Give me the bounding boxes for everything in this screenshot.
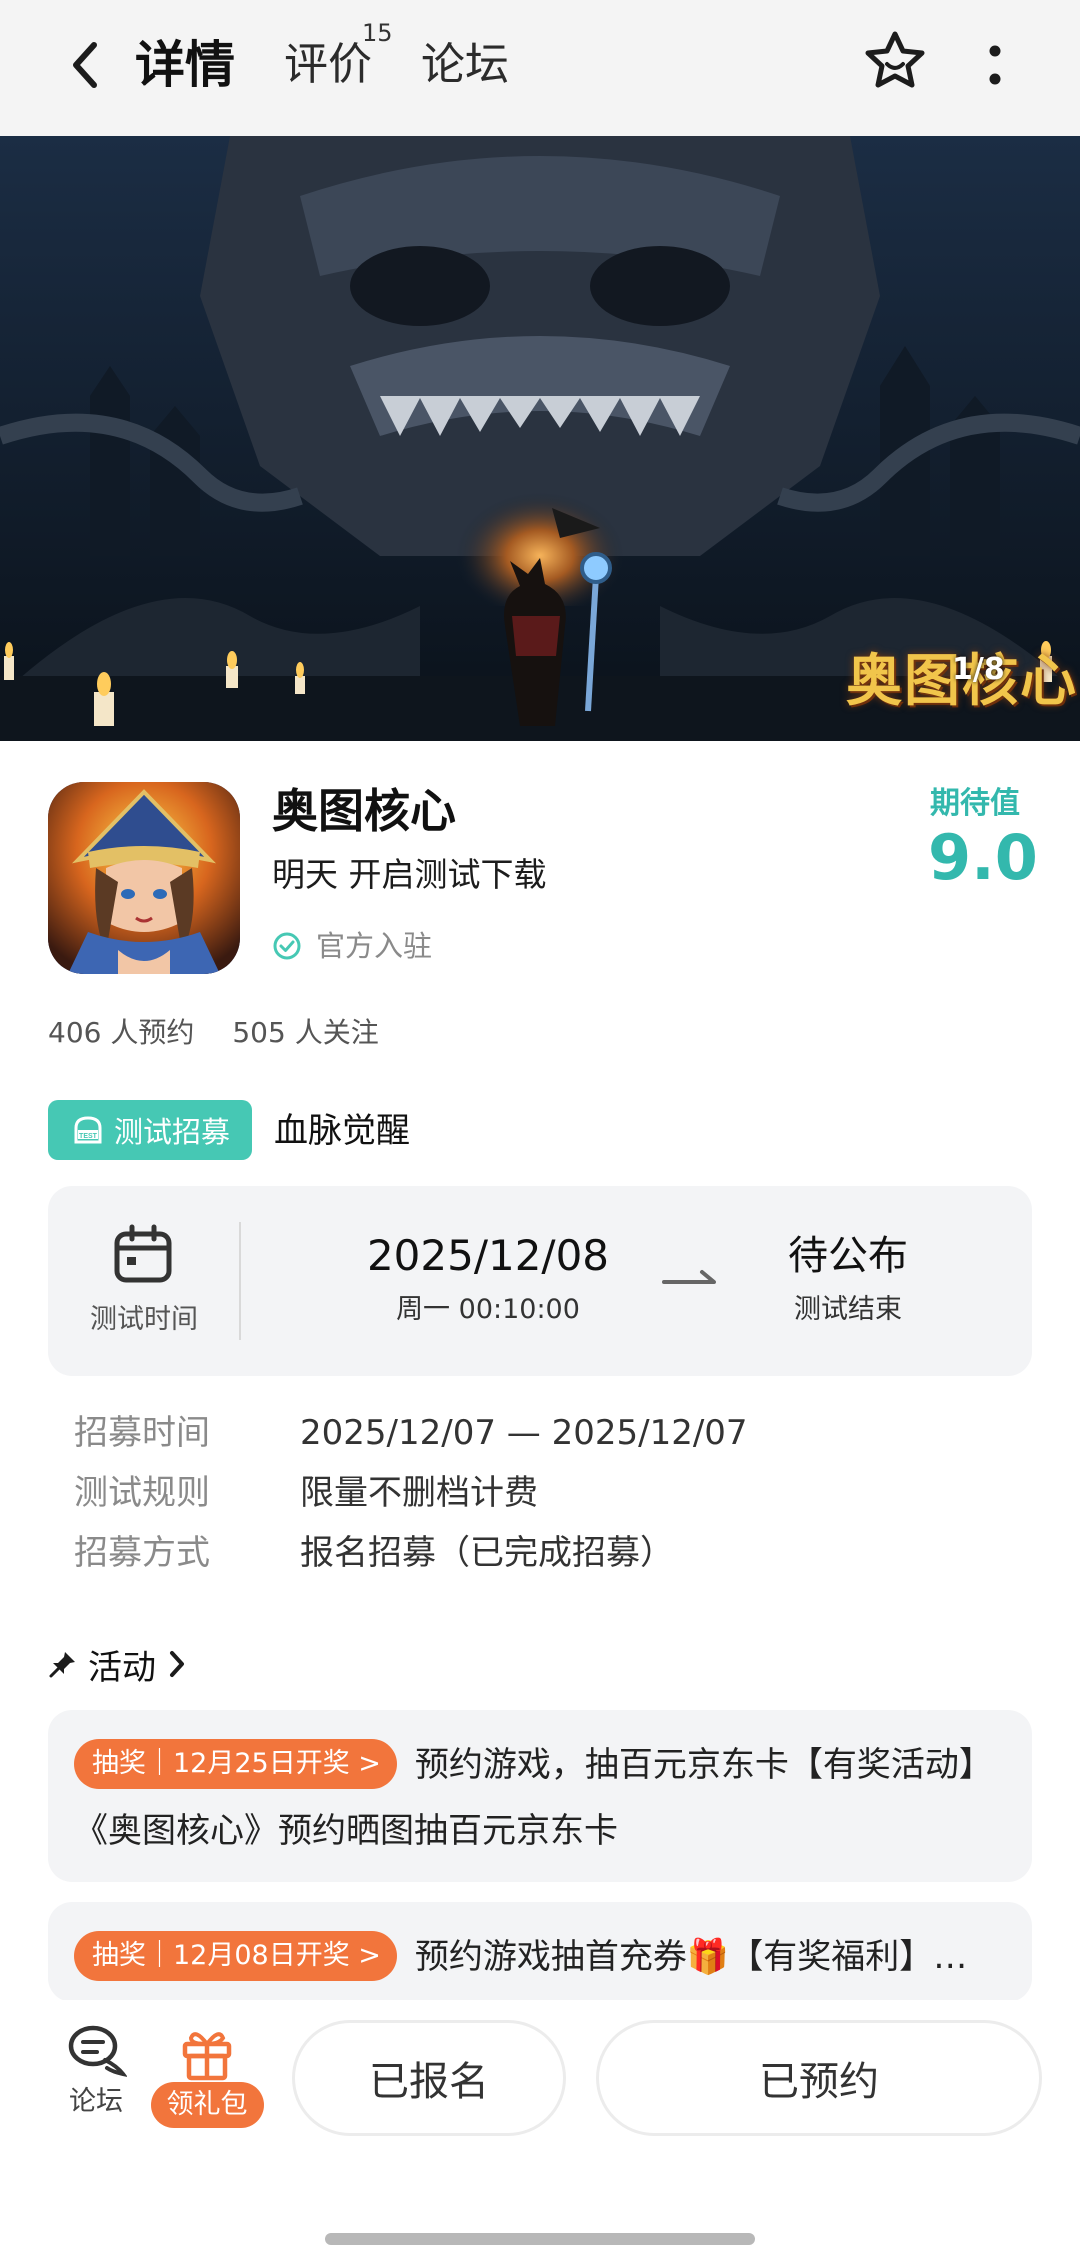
lottery-badge: 抽奖｜12月08日开奖 >	[74, 1930, 397, 1981]
tab-detail-label: 详情	[135, 36, 235, 94]
game-status: 明天 开启测试下载	[272, 855, 547, 894]
test-start-date: 2025/12/08	[366, 1231, 610, 1280]
info-value: 限量不删档计费	[300, 1473, 538, 1513]
game-icon	[48, 782, 240, 974]
chevron-left-icon	[73, 42, 97, 88]
more-button[interactable]	[975, 30, 1015, 100]
test-start-time: 周一 00:10:00	[396, 1294, 580, 1325]
test-time-card: 测试时间 2025/12/08 周一 00:10:00 待公布 测试结束	[48, 1186, 1032, 1376]
lottery-badge: 抽奖｜12月25日开奖 >	[74, 1738, 397, 1789]
check-circle-icon	[273, 932, 301, 960]
back-button[interactable]	[55, 30, 115, 100]
tab-review[interactable]: 评价 15	[284, 19, 393, 100]
info-key: 测试规则	[74, 1473, 210, 1513]
activity-description: 预约游戏抽首充券🎁【有奖福利】…	[414, 1937, 968, 1977]
tab-forum[interactable]: 论坛	[421, 30, 509, 100]
chat-bubble-icon	[68, 2025, 127, 2077]
game-title: 奥图核心	[272, 784, 456, 838]
follower-count: 505 人关注	[232, 1016, 379, 1049]
game-stats: 406 人预约 505 人关注	[48, 1010, 379, 1056]
top-bar: 详情 评价 15 论坛	[0, 0, 1080, 136]
info-value: 报名招募（已完成招募）	[300, 1533, 674, 1573]
gift-icon	[182, 2032, 232, 2081]
info-key: 招募时间	[74, 1413, 210, 1453]
gift-pack-button[interactable]: 领礼包	[148, 2022, 266, 2128]
review-count-badge: 15	[362, 19, 393, 47]
card-divider	[239, 1222, 241, 1340]
test-end-label: 测试结束	[794, 1294, 902, 1325]
info-value: 2025/12/07 — 2025/12/07	[300, 1413, 748, 1453]
test-time-label: 测试时间	[90, 1304, 198, 1335]
arrow-right-icon	[662, 1270, 716, 1284]
info-key: 招募方式	[74, 1533, 210, 1573]
tab-review-label: 评价	[284, 39, 372, 90]
test-end-date: 待公布	[788, 1233, 908, 1279]
tab-detail[interactable]: 详情	[131, 30, 239, 100]
home-indicator[interactable]	[325, 2233, 755, 2245]
expect-score-value: 9.0	[928, 821, 1038, 894]
svg-text:TEST: TEST	[79, 1133, 98, 1140]
activity-card[interactable]: 抽奖｜12月25日开奖 > 预约游戏，抽百元京东卡【有奖活动】《奥图核心》预约晒图…	[48, 1710, 1032, 1882]
activity-section-header[interactable]: 活动	[48, 1636, 188, 1692]
banner-carousel[interactable]: 奥图核心 1/8	[0, 136, 1080, 741]
test-recruit-label: 测试招募	[113, 1115, 230, 1149]
official-badge: 官方入驻	[272, 921, 432, 971]
banner-page-counter: 1/8	[952, 652, 1005, 687]
signed-up-button[interactable]: 已报名	[292, 2020, 566, 2136]
forum-label: 论坛	[69, 2086, 123, 2117]
tab-forum-label: 论坛	[421, 39, 509, 90]
test-badge-icon: TEST	[74, 1116, 102, 1144]
pin-icon	[49, 1652, 75, 1678]
game-detail-page: 详情 评价 15 论坛 奥图核心 1/8 奥图核心 明天 开启测试下载 官方入驻…	[0, 0, 1080, 2265]
activity-card[interactable]: 抽奖｜12月08日开奖 > 预约游戏抽首充券🎁【有奖福利】…	[48, 1902, 1032, 2002]
more-vertical-icon	[989, 45, 1001, 85]
reserved-button[interactable]: 已预约	[596, 2020, 1042, 2136]
test-recruit-tag: TEST 测试招募	[48, 1100, 252, 1160]
official-label: 官方入驻	[316, 929, 433, 963]
gift-pack-label: 领礼包	[150, 2082, 264, 2128]
chevron-right-icon	[170, 1651, 184, 1677]
star-icon	[865, 31, 925, 88]
activity-title: 活动	[88, 1647, 156, 1688]
reservation-count: 406 人预约	[48, 1016, 195, 1049]
calendar-icon	[114, 1224, 172, 1283]
favorite-button[interactable]	[858, 24, 932, 98]
forum-button[interactable]: 论坛	[56, 2022, 136, 2122]
activity-content: 抽奖｜12月25日开奖 > 预约游戏，抽百元京东卡【有奖活动】《奥图核心》预约晒图…	[74, 1732, 1004, 1864]
bottom-action-bar: 论坛 领礼包 已报名 已预约	[0, 2000, 1080, 2265]
activity-content: 抽奖｜12月08日开奖 > 预约游戏抽首充券🎁【有奖福利】…	[74, 1924, 1004, 1990]
recruit-name: 血脉觉醒	[274, 1111, 410, 1151]
